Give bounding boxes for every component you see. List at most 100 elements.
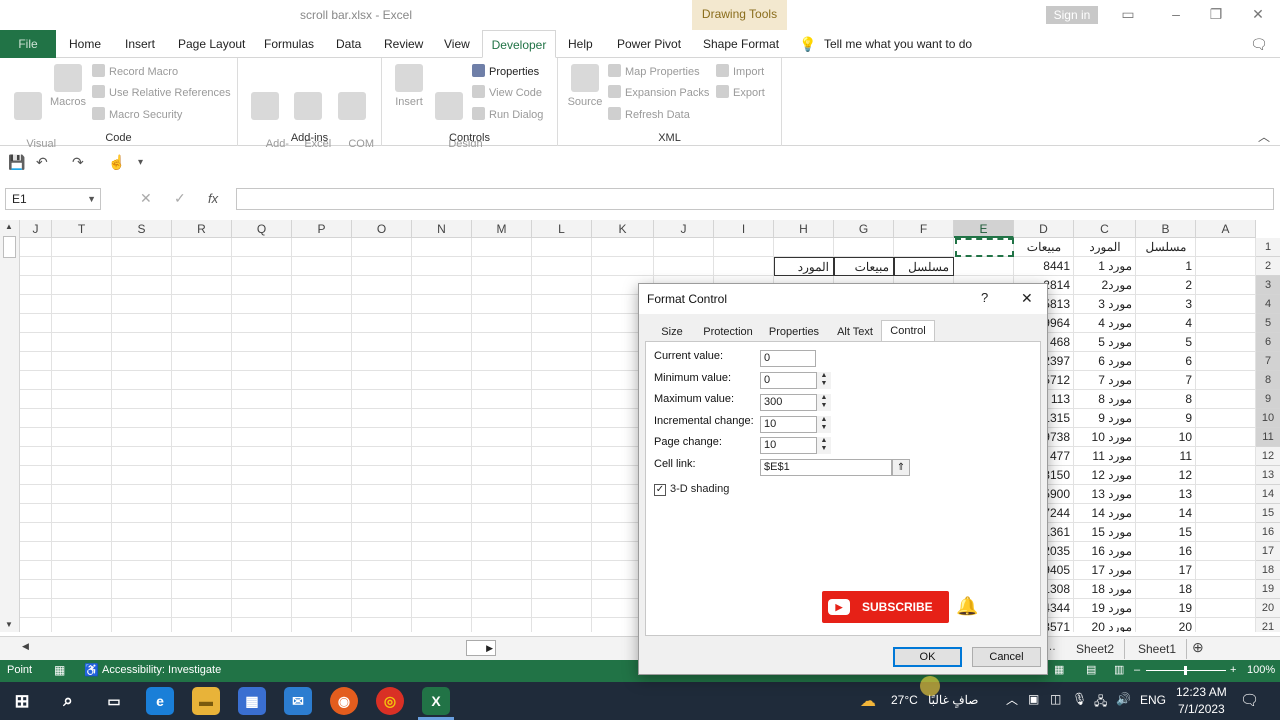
scroll-left-icon[interactable]: ◀ <box>22 641 29 652</box>
cell-supplier[interactable]: مورد 18 <box>1074 580 1136 599</box>
cell-supplier[interactable]: مورد 11 <box>1074 447 1136 466</box>
import-button[interactable]: Import <box>716 63 764 81</box>
current-value-input[interactable]: 0 <box>760 350 816 367</box>
page-break-view-icon[interactable]: ▥ <box>1114 663 1124 676</box>
cell-header-supplier[interactable]: المورد <box>1074 238 1136 257</box>
cell-supplier[interactable]: مورد 1 <box>1074 257 1136 276</box>
cell-serial[interactable]: 8 <box>1136 390 1196 409</box>
lookup-header-supplier[interactable]: المورد <box>774 257 834 276</box>
row-header[interactable]: 4 <box>1256 295 1280 314</box>
cell-supplier[interactable]: مورد 8 <box>1074 390 1136 409</box>
weather-temp[interactable]: 27°C <box>891 693 918 707</box>
column-header[interactable]: J <box>20 220 52 238</box>
subscribe-overlay[interactable]: ▶ SUBSCRIBE <box>822 591 949 623</box>
row-header[interactable]: 18 <box>1256 561 1280 580</box>
cell-serial[interactable]: 2 <box>1136 276 1196 295</box>
column-header[interactable]: P <box>292 220 352 238</box>
new-sheet-icon[interactable]: ⊕ <box>1192 639 1204 656</box>
restore-icon[interactable]: ❐ <box>1208 6 1224 22</box>
row-header[interactable]: 5 <box>1256 314 1280 333</box>
clock-time[interactable]: 12:23 AM <box>1176 685 1227 699</box>
refresh-data-button[interactable]: Refresh Data <box>608 106 690 124</box>
sign-in-button[interactable]: Sign in <box>1046 6 1098 24</box>
tab-data[interactable]: Data <box>336 30 361 58</box>
minimum-value-spinner[interactable]: ▲ ▼ <box>816 372 831 389</box>
row-header[interactable]: 12 <box>1256 447 1280 466</box>
column-header[interactable]: H <box>774 220 834 238</box>
ok-button[interactable]: OK <box>893 647 962 667</box>
row-header[interactable]: 11 <box>1256 428 1280 447</box>
dialog-close-button[interactable]: ✕ <box>1021 290 1033 307</box>
weather-text[interactable]: صافٍ غالبًا <box>928 693 978 707</box>
dialog-tab-protection[interactable]: Protection <box>699 322 757 342</box>
cell-supplier[interactable]: مورد 15 <box>1074 523 1136 542</box>
cell-serial[interactable]: 1 <box>1136 257 1196 276</box>
cell-supplier[interactable]: مورد 4 <box>1074 314 1136 333</box>
task-view-icon[interactable]: ▭ <box>100 687 128 715</box>
cell-serial[interactable]: 6 <box>1136 352 1196 371</box>
insert-control-button[interactable]: Insert <box>392 64 426 109</box>
row-header[interactable]: 8 <box>1256 371 1280 390</box>
cell-serial[interactable]: 10 <box>1136 428 1196 447</box>
tab-formulas[interactable]: Formulas <box>264 30 314 58</box>
cell-supplier[interactable]: مورد 17 <box>1074 561 1136 580</box>
column-header[interactable]: M <box>472 220 532 238</box>
cell-supplier[interactable]: مورد 12 <box>1074 466 1136 485</box>
tab-help[interactable]: Help <box>568 30 593 58</box>
tab-power-pivot[interactable]: Power Pivot <box>617 30 681 58</box>
zoom-out-icon[interactable]: – <box>1134 664 1140 676</box>
page-layout-view-icon[interactable]: ▤ <box>1086 663 1096 676</box>
row-header[interactable]: 7 <box>1256 352 1280 371</box>
accessibility-icon[interactable]: ♿ <box>84 663 99 677</box>
cell-serial[interactable]: 4 <box>1136 314 1196 333</box>
cell-supplier[interactable]: مورد 3 <box>1074 295 1136 314</box>
dialog-tab-size[interactable]: Size <box>653 322 691 342</box>
cell-serial[interactable]: 11 <box>1136 447 1196 466</box>
row-header[interactable]: 1 <box>1256 238 1280 257</box>
tab-review[interactable]: Review <box>384 30 423 58</box>
redo-icon[interactable]: ↷ <box>72 154 84 171</box>
row-header[interactable]: 19 <box>1256 580 1280 599</box>
column-header[interactable]: F <box>894 220 954 238</box>
excel-taskbar-icon[interactable]: X <box>422 687 450 715</box>
view-code-button[interactable]: View Code <box>472 84 542 102</box>
cell-supplier[interactable]: مورد 6 <box>1074 352 1136 371</box>
column-header[interactable]: D <box>1014 220 1074 238</box>
ribbon-display-icon[interactable]: ▭ <box>1120 6 1136 22</box>
macro-security-button[interactable]: Macro Security <box>92 106 182 124</box>
row-header[interactable]: 10 <box>1256 409 1280 428</box>
column-header[interactable]: T <box>52 220 112 238</box>
macros-button[interactable]: Macros <box>48 64 88 109</box>
tray-chevron-icon[interactable]: ︿ <box>1006 691 1018 708</box>
column-header[interactable]: S <box>112 220 172 238</box>
lookup-header-serial[interactable]: مسلسل <box>894 257 954 276</box>
collapse-dialog-icon[interactable]: ⇑ <box>892 459 910 476</box>
touch-mode-icon[interactable]: ☝ <box>108 154 125 171</box>
sheet-tab-sheet1[interactable]: Sheet1 <box>1128 639 1188 659</box>
dialog-tab-properties[interactable]: Properties <box>763 322 825 342</box>
row-header[interactable]: 14 <box>1256 485 1280 504</box>
chrome-icon[interactable]: ◎ <box>376 687 404 715</box>
source-button[interactable]: Source <box>566 64 604 109</box>
cell-serial[interactable]: 16 <box>1136 542 1196 561</box>
cell-supplier[interactable]: مورد 16 <box>1074 542 1136 561</box>
scroll-down-icon[interactable]: ▼ <box>5 620 13 629</box>
column-header[interactable]: N <box>412 220 472 238</box>
column-header[interactable]: A <box>1196 220 1256 238</box>
cell-serial[interactable]: 15 <box>1136 523 1196 542</box>
cell-serial[interactable]: 12 <box>1136 466 1196 485</box>
cell-serial[interactable]: 20 <box>1136 618 1196 632</box>
tray-icon-1[interactable]: ▣ <box>1028 692 1039 706</box>
close-window-icon[interactable]: ✕ <box>1250 6 1266 22</box>
cell-supplier[interactable]: مورد 7 <box>1074 371 1136 390</box>
cell-serial[interactable]: 13 <box>1136 485 1196 504</box>
dialog-tab-control[interactable]: Control <box>881 320 935 342</box>
row-header[interactable]: 21 <box>1256 618 1280 632</box>
use-relative-references-button[interactable]: Use Relative References <box>92 84 231 102</box>
row-header[interactable]: 2 <box>1256 257 1280 276</box>
run-dialog-button[interactable]: Run Dialog <box>472 106 543 124</box>
cell-supplier[interactable]: مورد 5 <box>1074 333 1136 352</box>
collapse-ribbon-icon[interactable]: ︿ <box>1258 128 1270 145</box>
cell-serial[interactable]: 17 <box>1136 561 1196 580</box>
vertical-scrollbar[interactable]: ▲ ▼ <box>0 220 20 632</box>
